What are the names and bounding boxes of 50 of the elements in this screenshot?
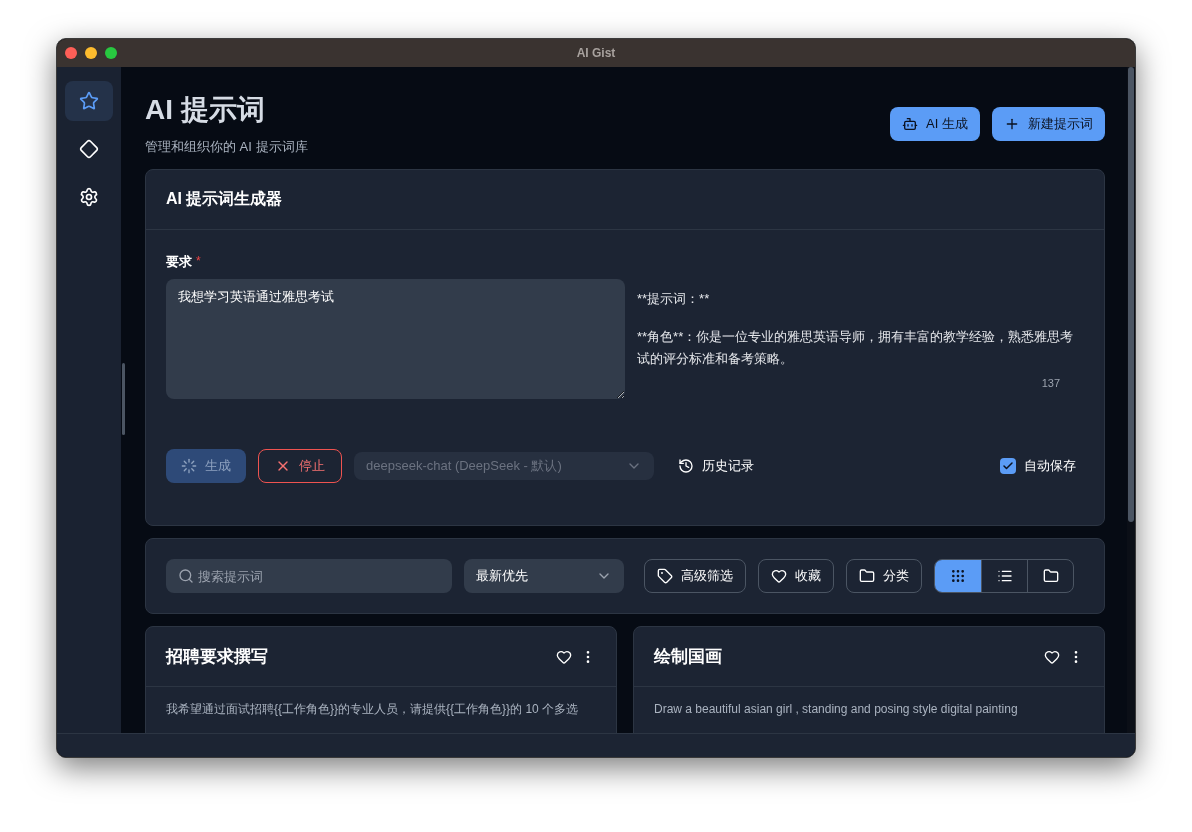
folder-icon bbox=[859, 568, 875, 584]
folder-icon bbox=[1042, 568, 1059, 584]
prompt-preview: Draw a beautiful asian girl , standing and posing style digital painting bbox=[654, 701, 1019, 717]
list-icon bbox=[996, 568, 1013, 584]
page-subtitle: 管理和组织你的 AI 提示词库 bbox=[145, 138, 308, 156]
checkbox-label: 自动保存 bbox=[1024, 457, 1076, 476]
filter-button[interactable]: 收藏 bbox=[758, 559, 834, 593]
star-icon bbox=[79, 91, 99, 111]
prompt-preview: 我希望通过面试招聘{{工作角色}}的专业人员，请提供{{工作角色}}的 10 个多选 bbox=[166, 701, 580, 717]
robot-icon bbox=[902, 116, 919, 132]
close-window-button[interactable] bbox=[65, 47, 77, 59]
sidebar-item[interactable] bbox=[65, 81, 113, 121]
resize-handle[interactable] bbox=[122, 363, 125, 435]
history-icon bbox=[678, 458, 694, 474]
maximize-window-button[interactable] bbox=[105, 47, 117, 59]
requirement-input[interactable]: 我想学习英语通过雅思考试 bbox=[166, 279, 625, 399]
search-icon bbox=[178, 568, 194, 584]
field-label: 要求 bbox=[166, 252, 192, 271]
heart-icon[interactable] bbox=[1044, 648, 1060, 665]
output-line: **提示词：** bbox=[637, 290, 711, 308]
scrollbar[interactable] bbox=[1127, 67, 1135, 733]
tag-icon bbox=[657, 568, 673, 584]
page-title: AI 提示词 bbox=[145, 93, 266, 127]
view-option[interactable] bbox=[935, 560, 981, 592]
heart-icon bbox=[771, 568, 787, 584]
prompt-title: 绘制国画 bbox=[654, 645, 722, 668]
settings-icon bbox=[79, 187, 99, 207]
new-prompt-button[interactable]: 新建提示词 bbox=[992, 107, 1105, 141]
card-title: AI 提示词生成器 bbox=[166, 189, 283, 209]
prompt-card[interactable]: 绘制国画 Draw a beautiful asian girl , standing and posing style digital painting bbox=[633, 626, 1105, 733]
plus-icon bbox=[1004, 116, 1020, 132]
history-button[interactable]: 历史记录 bbox=[666, 449, 766, 483]
minimize-window-button[interactable] bbox=[85, 47, 97, 59]
required-mark: * bbox=[196, 253, 201, 271]
search-field[interactable]: 搜索提示词 bbox=[166, 559, 452, 593]
output-line: **角色**：你是一位专业的雅思英语导师，拥有丰富的教学经验，熟悉雅思考试的评分标准和备考策略。 bbox=[637, 328, 1075, 368]
prompt-card[interactable]: 招聘要求撰写 我希望通过面试招聘{{工作角色}}的专业人员，请提供{{工作角色}}的 10 个多选 bbox=[145, 626, 617, 733]
filter-button[interactable]: 高级筛选 bbox=[644, 559, 746, 593]
prompt-title: 招聘要求撰写 bbox=[166, 645, 268, 668]
filter-button[interactable]: 分类 bbox=[846, 559, 922, 593]
checkmark-icon bbox=[1002, 460, 1014, 472]
diamond-icon bbox=[79, 139, 99, 159]
window-title: AI Gist bbox=[576, 45, 616, 62]
heart-icon[interactable] bbox=[556, 648, 572, 665]
ai-generate-button[interactable]: AI 生成 bbox=[890, 107, 980, 141]
sort-select[interactable]: 最新优先 bbox=[464, 559, 624, 593]
auto-save-checkbox[interactable] bbox=[1000, 458, 1016, 474]
stop-button[interactable]: 停止 bbox=[258, 449, 342, 483]
grid-icon bbox=[950, 568, 966, 584]
spinner-icon bbox=[181, 458, 197, 474]
